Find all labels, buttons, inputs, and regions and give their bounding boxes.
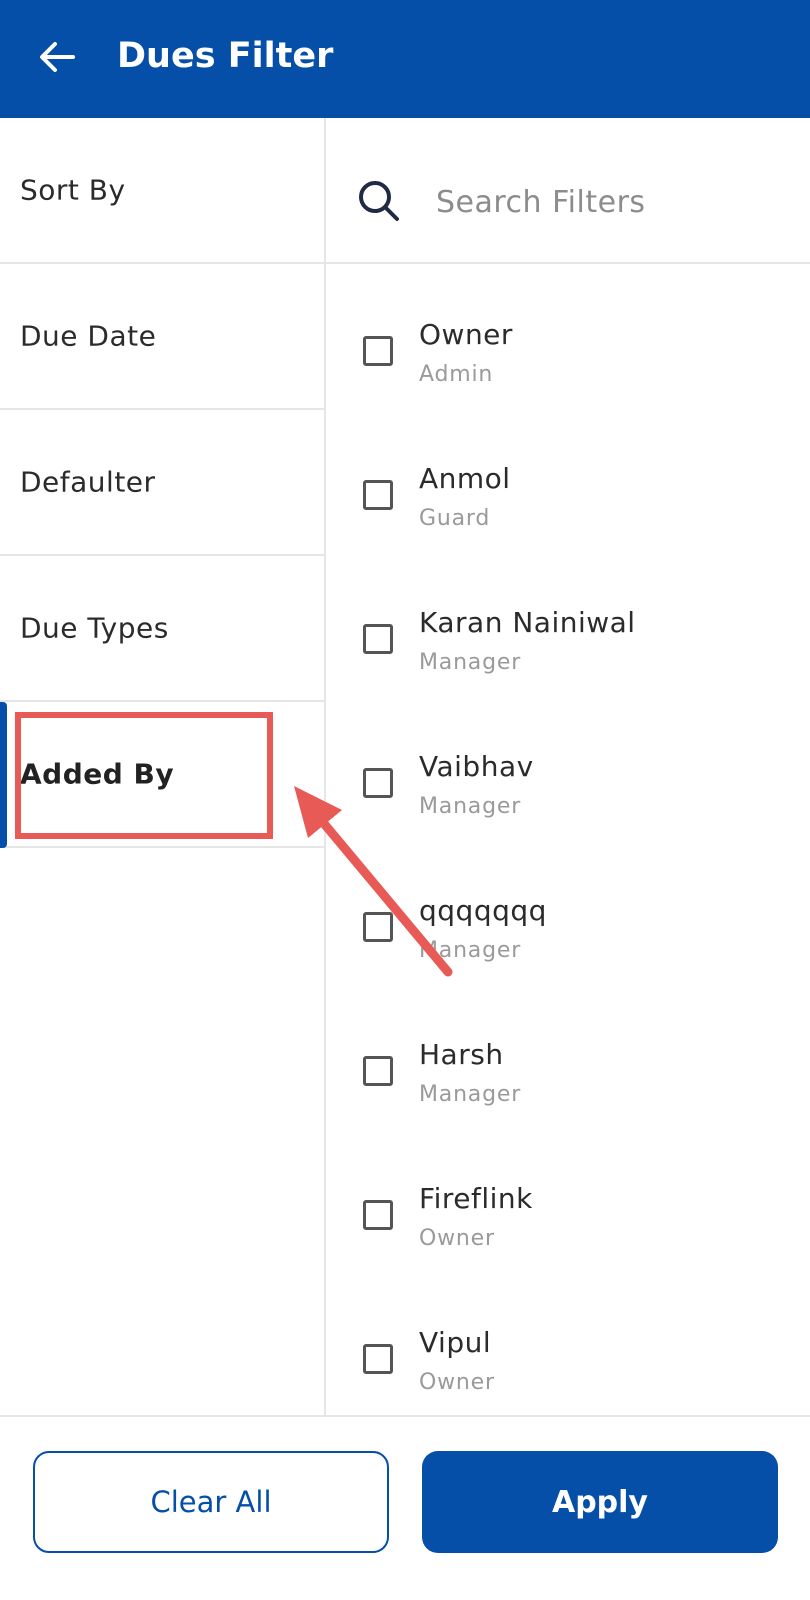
arrow-left-icon	[40, 42, 75, 72]
filter-option-row[interactable]: Anmol Guard	[326, 408, 810, 552]
category-due-types[interactable]: Due Types	[0, 556, 324, 702]
category-defaulter[interactable]: Defaulter	[0, 410, 324, 556]
filter-option-row[interactable]: Vipul Owner	[326, 1272, 810, 1416]
checkbox[interactable]	[363, 1200, 393, 1230]
category-label: Defaulter	[20, 465, 156, 499]
search-icon	[359, 181, 399, 221]
option-role: Admin	[419, 362, 494, 387]
option-role: Guard	[419, 506, 491, 531]
option-name: Harsh	[419, 1038, 504, 1071]
page-title: Dues Filter	[117, 36, 334, 76]
filter-option-row[interactable]: Fireflink Owner	[326, 1128, 810, 1272]
option-name: qqqqqqq	[419, 894, 547, 927]
category-label: Sort By	[20, 173, 126, 207]
filter-option-row[interactable]: Owner Admin	[326, 264, 810, 408]
apply-button[interactable]: Apply	[422, 1451, 778, 1553]
option-role: Owner	[419, 1370, 495, 1395]
checkbox[interactable]	[363, 480, 393, 510]
filter-category-list: Sort By Due Date Defaulter Due Types Add…	[0, 118, 324, 1415]
option-role: Manager	[419, 938, 522, 963]
option-role: Manager	[419, 650, 522, 675]
option-role: Manager	[419, 1082, 522, 1107]
category-label: Due Types	[20, 611, 169, 645]
category-sort-by[interactable]: Sort By	[0, 118, 324, 264]
filter-option-row[interactable]: Harsh Manager	[326, 984, 810, 1128]
category-due-date[interactable]: Due Date	[0, 264, 324, 410]
checkbox[interactable]	[363, 1344, 393, 1374]
search-bar	[326, 118, 810, 264]
category-added-by[interactable]: Added By	[0, 702, 324, 848]
active-indicator	[0, 702, 7, 848]
option-role: Manager	[419, 794, 522, 819]
checkbox[interactable]	[363, 768, 393, 798]
option-name: Fireflink	[419, 1182, 533, 1215]
search-input[interactable]	[436, 180, 786, 224]
option-role: Owner	[419, 1226, 495, 1251]
app-header: Dues Filter	[0, 0, 810, 118]
filter-option-row[interactable]: Karan Nainiwal Manager	[326, 552, 810, 696]
checkbox[interactable]	[363, 336, 393, 366]
checkbox[interactable]	[363, 624, 393, 654]
category-label: Added By	[20, 757, 175, 791]
option-name: Karan Nainiwal	[419, 606, 636, 639]
option-name: Anmol	[419, 462, 511, 495]
option-name: Vaibhav	[419, 750, 534, 783]
filter-option-row[interactable]: Vaibhav Manager	[326, 696, 810, 840]
checkbox[interactable]	[363, 1056, 393, 1086]
category-label: Due Date	[20, 319, 157, 353]
clear-all-button[interactable]: Clear All	[33, 1451, 389, 1553]
option-name: Vipul	[419, 1326, 492, 1359]
action-footer: Clear All Apply	[0, 1415, 810, 1600]
option-name: Owner	[419, 318, 513, 351]
back-button[interactable]	[34, 34, 80, 80]
checkbox[interactable]	[363, 912, 393, 942]
filter-option-row[interactable]: qqqqqqq Manager	[326, 840, 810, 984]
